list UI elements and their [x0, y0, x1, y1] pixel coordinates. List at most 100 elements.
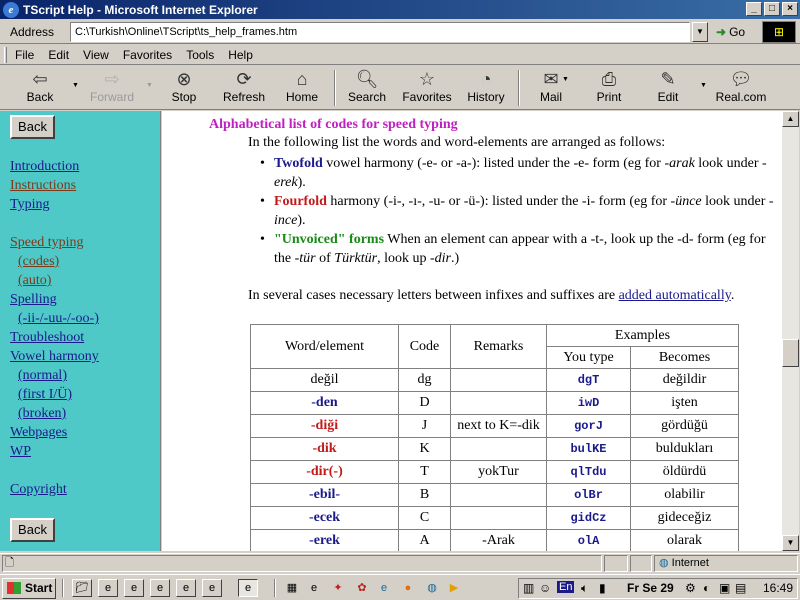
search-toolbar-button[interactable]: 🔍︎ Search [344, 68, 390, 108]
print-toolbar-button[interactable]: ⎙ Print [590, 68, 628, 108]
tray-network-icon[interactable]: ▥ [523, 581, 534, 595]
menu-help[interactable]: Help [228, 48, 253, 62]
maximize-button[interactable]: □ [764, 2, 780, 16]
nav-link-troubleshoot[interactable]: Troubleshoot [10, 330, 84, 346]
nav-link-webpages[interactable]: Webpages [10, 425, 67, 441]
header-becomes: Becomes [630, 346, 739, 369]
go-arrow-icon: ➜ [716, 25, 727, 39]
menu-grip[interactable] [4, 46, 7, 63]
go-button[interactable]: ➜ Go [716, 22, 745, 42]
word-cell: -dir(-) [250, 460, 399, 484]
nav-link-wp[interactable]: WP [10, 444, 31, 460]
tray-volume-icon[interactable]: 🔈︎ [581, 581, 588, 596]
nav-link-normal[interactable]: (normal) [18, 368, 67, 384]
home-toolbar-button[interactable]: ⌂ Home [282, 68, 322, 108]
nav-link-typing[interactable]: Typing [10, 197, 49, 213]
back-history-dropdown[interactable]: ▼ [72, 82, 79, 89]
nav-link-instructions[interactable]: Instructions [10, 178, 76, 194]
quicklaunch-media-icon[interactable]: ▶ [446, 581, 462, 595]
back-arrow-icon: ⇦ [32, 69, 48, 89]
added-automatically-link[interactable]: added automatically [619, 288, 731, 303]
word-cell: -ecek [250, 506, 399, 530]
task-ie-window-icon-active[interactable]: e [238, 579, 258, 597]
nav-back-button-top[interactable]: Back [10, 115, 55, 139]
remarks-cell [450, 391, 547, 415]
windows-logo-icon: ⊞ [762, 21, 796, 43]
address-dropdown-button[interactable]: ▼ [692, 22, 708, 42]
nav-link-broken[interactable]: (broken) [18, 406, 66, 422]
task-ie-window-icon[interactable]: e [98, 579, 118, 597]
nav-link-vowel-harmony[interactable]: Vowel harmony [10, 349, 99, 365]
start-button[interactable]: Start [2, 578, 56, 599]
mail-dropdown[interactable]: ▼ [562, 76, 569, 83]
bullet-twofold: Twofold vowel harmony (-e- or -a-): list… [260, 154, 780, 192]
nav-link-introduction[interactable]: Introduction [10, 159, 79, 175]
edit-dropdown[interactable]: ▼ [700, 82, 707, 89]
nav-link-ii-uu-oo[interactable]: (-ii-/-uu-/-oo-) [18, 311, 99, 327]
minimize-button[interactable]: _ [746, 2, 762, 16]
realcom-toolbar-button[interactable]: 💬︎ Real.com [714, 68, 768, 108]
table-row: -erek A -Arak olA olarak [250, 529, 739, 551]
history-toolbar-button[interactable]: ◔ History [464, 68, 508, 108]
edit-toolbar-button[interactable]: ✎ Edit [648, 68, 688, 108]
remarks-cell: yokTur [450, 460, 547, 484]
bullet-key: Twofold [274, 156, 323, 171]
mail-toolbar-button[interactable]: ✉ Mail [532, 68, 570, 108]
quicklaunch-app-icon[interactable]: ✿ [354, 581, 370, 595]
scroll-up-button[interactable]: ▲ [782, 111, 799, 127]
bullet-key: Fourfold [274, 194, 327, 209]
scroll-thumb[interactable] [782, 339, 799, 367]
nav-link-codes[interactable]: (codes) [18, 254, 59, 270]
nav-link-speed-typing[interactable]: Speed typing [10, 235, 84, 251]
language-indicator[interactable]: En [557, 581, 575, 593]
tray-app-icon[interactable]: ◐ [703, 581, 710, 595]
forward-history-dropdown[interactable]: ▼ [146, 82, 153, 89]
task-folder-icon[interactable]: 📁︎ [72, 579, 92, 597]
back-toolbar-button[interactable]: ⇦ Back [18, 68, 62, 108]
quicklaunch-app-icon[interactable]: ✦ [330, 581, 346, 595]
menu-edit[interactable]: Edit [48, 48, 69, 62]
printer-icon: ⎙ [601, 69, 617, 89]
quicklaunch-globe-icon[interactable]: ◍ [424, 581, 440, 595]
code-cell: T [398, 460, 451, 484]
code-cell: J [398, 414, 451, 438]
bullet-text: ). [297, 175, 306, 190]
content-scrollbar[interactable]: ▲ ▼ [782, 111, 799, 551]
task-ie-window-icon[interactable]: e [176, 579, 196, 597]
close-button[interactable]: × [782, 2, 798, 16]
status-pane [630, 555, 652, 572]
tray-app-icon[interactable]: ☺ [539, 581, 551, 595]
remarks-cell [450, 506, 547, 530]
nav-link-auto[interactable]: (auto) [18, 273, 51, 289]
code-cell: A [398, 529, 451, 551]
nav-link-copyright[interactable]: Copyright [10, 482, 67, 498]
favorites-toolbar-button[interactable]: ☆ Favorites [400, 68, 454, 108]
menu-view[interactable]: View [83, 48, 109, 62]
forward-toolbar-button[interactable]: ⇨ Forward [88, 68, 136, 108]
toolbar-separator [334, 70, 336, 106]
nav-link-first-i-u[interactable]: (first I/Ü) [18, 387, 72, 403]
quicklaunch-ie-icon[interactable]: e [376, 581, 392, 595]
menu-tools[interactable]: Tools [186, 48, 214, 62]
address-input[interactable]: C:\Turkish\Online\TScript\ts_help_frames… [70, 22, 690, 42]
quicklaunch-firefox-icon[interactable]: ● [400, 581, 416, 595]
menu-file[interactable]: File [15, 48, 34, 62]
task-ie-window-icon[interactable]: e [150, 579, 170, 597]
task-ie-window-icon[interactable]: e [124, 579, 144, 597]
menu-bar: File Edit View Favorites Tools Help [0, 45, 800, 65]
quicklaunch-ie-icon[interactable]: e [306, 581, 322, 595]
tray-app-icon[interactable]: ▣ [719, 581, 730, 595]
table-row: -dik KbulKE buldukları [250, 437, 739, 461]
tray-app-icon[interactable]: ▮ [599, 581, 606, 595]
tray-app-icon[interactable]: ⚙ [685, 581, 696, 595]
scroll-down-button[interactable]: ▼ [782, 535, 799, 551]
nav-link-spelling[interactable]: Spelling [10, 292, 57, 308]
tray-app-icon[interactable]: ▤ [735, 581, 746, 595]
task-ie-window-icon[interactable]: e [202, 579, 222, 597]
favorites-star-icon: ☆ [418, 69, 436, 89]
quicklaunch-calendar-icon[interactable]: ▦ [284, 581, 300, 595]
stop-toolbar-button[interactable]: ⊗ Stop [164, 68, 204, 108]
nav-back-button-bottom[interactable]: Back [10, 518, 55, 542]
menu-favorites[interactable]: Favorites [123, 48, 172, 62]
refresh-toolbar-button[interactable]: ⟳ Refresh [220, 68, 268, 108]
